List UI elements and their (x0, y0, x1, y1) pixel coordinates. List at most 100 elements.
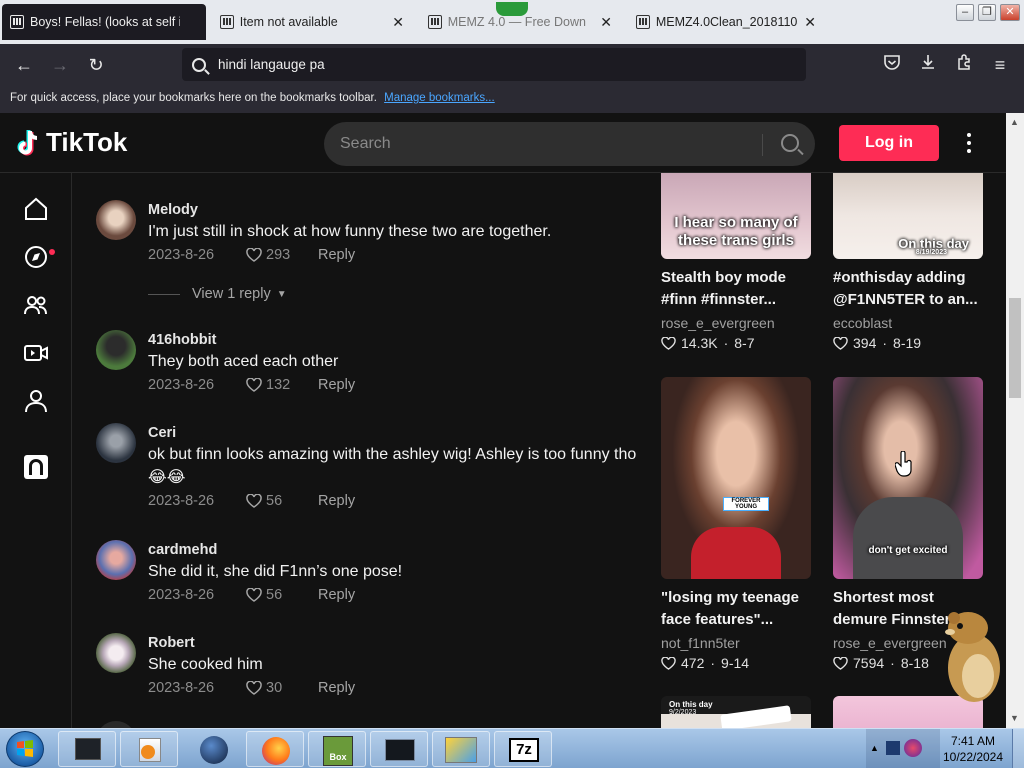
reply-button[interactable]: Reply (318, 244, 355, 266)
comment-username[interactable]: Robert (148, 633, 638, 653)
video-likes: 7594 (853, 655, 885, 671)
hamburger-menu-icon[interactable]: ≡ (988, 53, 1012, 77)
video-author[interactable]: rose_e_evergreen (661, 313, 811, 333)
tray-app-icon[interactable] (904, 739, 922, 757)
avatar[interactable] (96, 200, 136, 240)
like-heart-icon[interactable] (246, 378, 262, 392)
video-date: 9-14 (721, 655, 750, 671)
scrollbar-thumb[interactable] (1009, 298, 1021, 398)
avatar[interactable] (96, 423, 136, 463)
close-window-icon[interactable]: ✕ (1000, 4, 1020, 21)
comment-text: She cooked him (148, 656, 263, 673)
avatar[interactable] (96, 540, 136, 580)
video-card[interactable]: FOREVER YOUNG "losing my teenage face fe… (661, 377, 811, 673)
video-author[interactable]: eccoblast (833, 313, 983, 333)
scroll-up-arrow-icon[interactable]: ▲ (1010, 117, 1019, 127)
taskbar-clock[interactable]: 7:41 AM 10/22/2024 (940, 733, 1006, 765)
taskbar-app-firefox[interactable] (246, 731, 304, 767)
like-heart-icon[interactable] (246, 494, 262, 508)
reply-button[interactable]: Reply (318, 677, 355, 699)
explore-compass-icon[interactable] (22, 243, 50, 271)
start-button[interactable] (6, 731, 44, 767)
avatar[interactable] (96, 633, 136, 673)
page-scrollbar[interactable]: ▲ ▼ (1006, 113, 1024, 728)
like-heart-icon[interactable] (246, 588, 262, 602)
tab-title: MEMZ4.0Clean_20181103 di (655, 15, 799, 29)
tab-item-not-available[interactable]: Item not available ✕ (212, 4, 412, 40)
login-button[interactable]: Log in (839, 125, 939, 161)
video-thumbnail[interactable]: FOREVER YOUNG (661, 377, 811, 579)
hand-cursor-icon (895, 451, 912, 477)
taskbar-app-explorer[interactable] (58, 731, 116, 767)
tiktok-favicon-icon (10, 15, 24, 29)
reply-button[interactable]: Reply (318, 584, 355, 606)
view-replies-button[interactable]: View 1 reply ▼ (148, 286, 287, 302)
video-thumbnail[interactable]: I hear so many of these trans girls (661, 173, 811, 259)
taskbar-app-installer[interactable] (432, 731, 490, 767)
tiktok-header: TikTok Search Log in (0, 113, 1006, 173)
taskbar-app-browser-globe[interactable] (184, 731, 242, 767)
tiktok-logo[interactable]: TikTok (16, 127, 127, 158)
avatar[interactable] (96, 721, 136, 728)
archive-favicon-icon (428, 15, 442, 29)
tiktok-search-input[interactable]: Search (324, 122, 815, 166)
view-reply-label: View 1 reply (192, 286, 271, 302)
comment-username[interactable]: cardmehd (148, 540, 638, 560)
network-icon[interactable] (886, 741, 900, 755)
video-card[interactable]: I hear so many of these trans girls Stea… (661, 173, 811, 353)
pocket-icon[interactable] (880, 53, 904, 77)
video-thumbnail[interactable]: don't get excited (833, 377, 983, 579)
close-tab-icon[interactable]: ✕ (594, 14, 612, 31)
comment-text: ok but finn looks amazing with the ashle… (148, 446, 637, 486)
chevron-down-icon: ▼ (276, 288, 287, 300)
notification-dot (49, 249, 55, 255)
comment-username[interactable]: Ceri (148, 423, 638, 443)
more-apps-icon[interactable] (22, 453, 50, 481)
tab-memz-clean[interactable]: MEMZ4.0Clean_20181103 di ✕ (628, 4, 824, 40)
video-title[interactable]: "losing my teenage face features"... (661, 587, 811, 631)
maximize-window-icon[interactable]: ❐ (978, 4, 996, 21)
reply-button[interactable]: Reply (318, 490, 355, 512)
comment-username[interactable]: Melody (148, 200, 638, 220)
reply-button[interactable]: Reply (318, 374, 355, 396)
search-icon[interactable] (781, 134, 799, 152)
avatar[interactable] (96, 330, 136, 370)
video-card[interactable]: On this day 8/19/2023 #onthisday adding … (833, 173, 983, 353)
tray-expand-icon[interactable]: ▲ (870, 743, 879, 753)
desktop-screen: Boys! Fellas! (looks at self in Item not… (0, 0, 1024, 768)
video-title[interactable]: Stealth boy mode #finn #finnster... (661, 267, 811, 311)
manage-bookmarks-link[interactable]: Manage bookmarks... (384, 92, 495, 104)
following-users-icon[interactable] (22, 291, 50, 319)
minimize-window-icon[interactable]: – (956, 4, 974, 21)
taskbar-app-screen[interactable] (370, 731, 428, 767)
video-author[interactable]: not_f1nn5ter (661, 633, 811, 653)
system-tray: ▲ (866, 729, 940, 768)
profile-icon[interactable] (22, 387, 50, 415)
video-likes: 14.3K (681, 335, 718, 351)
back-arrow-icon[interactable]: ← (12, 53, 36, 77)
video-thumbnail[interactable]: On this day 9/2/2023 (661, 696, 811, 728)
close-tab-icon[interactable]: ✕ (386, 14, 404, 31)
like-heart-icon[interactable] (246, 681, 262, 695)
extensions-icon[interactable] (952, 53, 976, 77)
video-title[interactable]: #onthisday adding @F1NN5TER to an... (833, 267, 983, 311)
url-bar[interactable]: hindi langauge pa (182, 48, 806, 81)
close-tab-icon[interactable]: ✕ (798, 14, 816, 31)
more-options-icon[interactable] (962, 131, 976, 155)
live-video-icon[interactable] (22, 339, 50, 367)
taskbar-app-media-player[interactable] (120, 731, 178, 767)
home-icon[interactable] (22, 195, 50, 223)
video-thumbnail[interactable]: On this day 8/19/2023 (833, 173, 983, 259)
reload-icon[interactable]: ↻ (84, 53, 108, 77)
download-icon[interactable] (916, 53, 940, 77)
forward-arrow-icon[interactable]: → (48, 53, 72, 77)
tab-boys-fellas[interactable]: Boys! Fellas! (looks at self in (2, 4, 206, 40)
scroll-down-arrow-icon[interactable]: ▼ (1010, 713, 1019, 723)
taskbar-app-bonzi[interactable]: Box (308, 731, 366, 767)
comment-text: I'm just still in shock at how funny the… (148, 223, 552, 240)
video-card[interactable]: On this day 9/2/2023 (661, 696, 811, 728)
like-heart-icon[interactable] (246, 248, 262, 262)
taskbar-app-7zip[interactable]: 7z (494, 731, 552, 767)
show-desktop-button[interactable] (1012, 729, 1024, 768)
comment-username[interactable]: 416hobbit (148, 330, 638, 350)
